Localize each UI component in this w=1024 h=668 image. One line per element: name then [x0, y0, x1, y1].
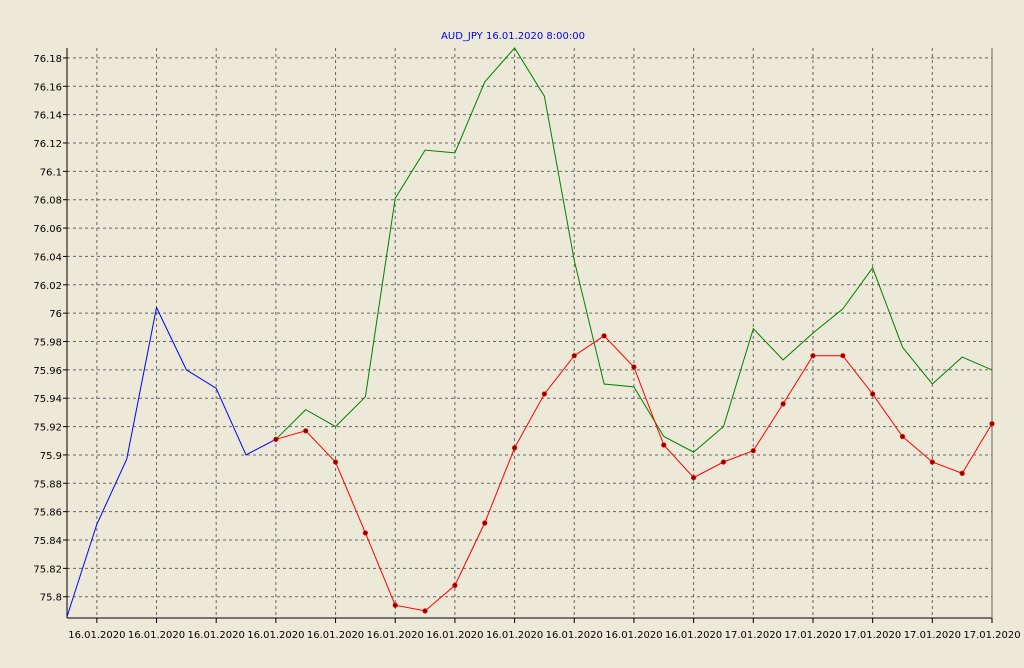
- x-tick-label: 17.01.2020: [963, 630, 1020, 641]
- x-tick-label: 16.01.2020: [247, 630, 304, 641]
- data-point: [601, 333, 607, 339]
- data-point: [870, 391, 876, 397]
- plot-area: [67, 48, 992, 618]
- data-point: [631, 364, 637, 370]
- y-tick-label: 75.9: [40, 451, 62, 462]
- x-tick-label: 17.01.2020: [725, 630, 782, 641]
- y-tick-label: 75.8: [40, 593, 62, 604]
- x-tick-label: 17.01.2020: [844, 630, 901, 641]
- x-tick-label: 16.01.2020: [486, 630, 543, 641]
- data-point: [810, 353, 816, 359]
- y-tick-label: 76.06: [33, 224, 62, 235]
- data-point: [899, 433, 906, 440]
- data-point: [303, 428, 309, 434]
- data-point: [362, 530, 368, 536]
- x-tick-label: 16.01.2020: [665, 630, 722, 641]
- data-point: [929, 459, 935, 465]
- x-tick-label: 16.01.2020: [367, 630, 424, 641]
- x-tick-label: 16.01.2020: [546, 630, 603, 641]
- y-tick-label: 76.16: [33, 82, 62, 93]
- data-point: [989, 421, 995, 427]
- data-point: [392, 602, 398, 608]
- y-tick-label: 76.08: [33, 196, 62, 207]
- y-tick-label: 75.86: [33, 508, 62, 519]
- y-tick-label: 75.92: [33, 423, 62, 434]
- y-tick-label: 75.84: [33, 536, 62, 547]
- y-tick-label: 75.98: [33, 338, 62, 349]
- data-point: [750, 448, 756, 454]
- x-tick-label: 16.01.2020: [307, 630, 364, 641]
- y-tick-label: 76.04: [33, 252, 62, 263]
- y-tick-label: 76.14: [33, 111, 62, 122]
- data-point: [511, 445, 518, 451]
- y-tick-label: 76.12: [33, 139, 62, 150]
- chart-title: AUD_JPY 16.01.2020 8:00:00: [441, 31, 585, 42]
- data-point: [840, 353, 846, 359]
- data-point: [273, 436, 279, 442]
- y-tick-label: 75.88: [33, 479, 62, 490]
- x-tick-label: 17.01.2020: [904, 630, 961, 641]
- y-tick-label: 76: [49, 309, 62, 320]
- data-point: [482, 520, 488, 526]
- x-tick-label: 16.01.2020: [426, 630, 483, 641]
- data-point: [959, 470, 965, 476]
- y-axis-labels: 75.8 75.82 75.84 75.86 75.88 75.9 75.92 75.94 75…: [33, 54, 62, 604]
- x-tick-label: 16.01.2020: [128, 630, 185, 641]
- y-tick-label: 75.82: [33, 564, 62, 575]
- y-tick-label: 76.02: [33, 281, 62, 292]
- x-tick-label: 16.01.2020: [605, 630, 662, 641]
- data-point: [422, 608, 428, 614]
- data-point: [780, 401, 786, 407]
- x-axis-labels: 16.01.2020 16.01.2020 16.01.2020 16.01.2020…: [68, 630, 1020, 641]
- data-point: [332, 459, 339, 465]
- data-point: [720, 459, 727, 465]
- y-tick-label: 76.18: [33, 54, 62, 65]
- data-point: [541, 391, 548, 397]
- data-point: [691, 475, 697, 481]
- data-point: [452, 582, 458, 588]
- y-tick-label: 76.1: [40, 167, 62, 178]
- x-tick-label: 16.01.2020: [68, 630, 125, 641]
- y-tick-label: 75.96: [33, 366, 62, 377]
- chart-canvas: AUD_JPY 16.01.2020 8:00:00 75.875.8275.8…: [33, 31, 1020, 641]
- data-point: [571, 353, 577, 359]
- data-point: [661, 442, 667, 448]
- y-tick-label: 75.94: [33, 394, 62, 405]
- x-tick-label: 17.01.2020: [784, 630, 841, 641]
- x-tick-label: 16.01.2020: [188, 630, 245, 641]
